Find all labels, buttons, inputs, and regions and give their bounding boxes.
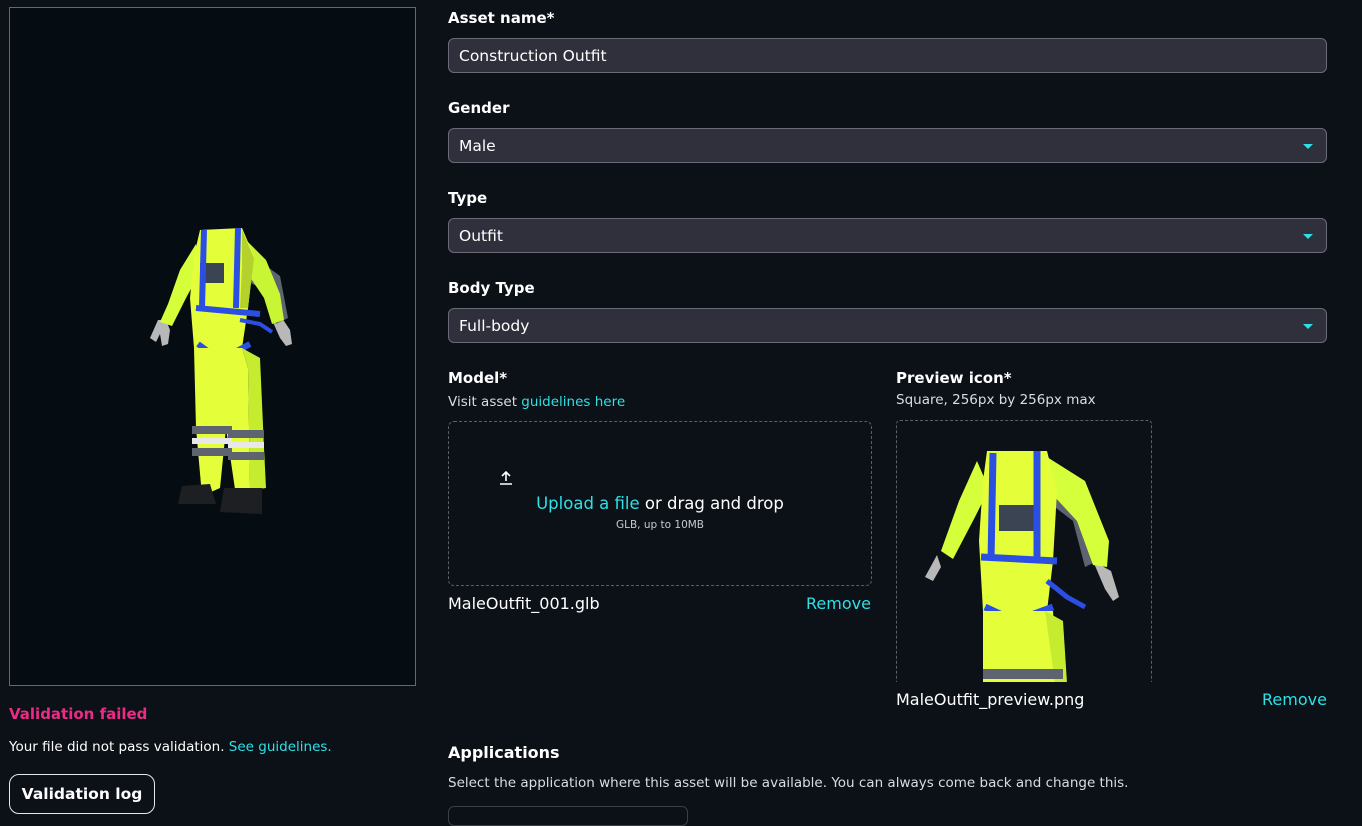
model-dropzone[interactable]: Upload a file or drag and drop GLB, up t…: [448, 421, 872, 586]
model-hint: Visit asset guidelines here: [448, 394, 625, 410]
preview-icon-label: Preview icon*: [896, 369, 1012, 387]
upload-prompt-text: or drag and drop: [644, 494, 784, 513]
validation-message: Your file did not pass validation. See g…: [9, 739, 332, 755]
body-type-label: Body Type: [448, 279, 535, 297]
model-viewer[interactable]: [9, 7, 416, 686]
outfit-model-render: [150, 227, 292, 514]
chevron-down-icon: [1303, 234, 1313, 239]
upload-icon: [500, 470, 512, 485]
gender-value: Male: [459, 136, 496, 155]
applications-select[interactable]: [448, 806, 688, 826]
model-remove-button[interactable]: Remove: [806, 594, 871, 613]
chevron-down-icon: [1303, 144, 1313, 149]
gender-label: Gender: [448, 99, 510, 117]
applications-description: Select the application where this asset …: [448, 775, 1129, 791]
type-label: Type: [448, 189, 488, 207]
see-guidelines-link[interactable]: See guidelines.: [229, 739, 332, 755]
body-type-select[interactable]: Full-body: [448, 308, 1327, 343]
model-label: Model*: [448, 369, 508, 387]
preview-file-name: MaleOutfit_preview.png: [896, 690, 1085, 709]
validation-log-button[interactable]: Validation log: [9, 774, 155, 814]
preview-icon-hint: Square, 256px by 256px max: [896, 392, 1096, 408]
preview-remove-button[interactable]: Remove: [1262, 690, 1327, 709]
validation-message-text: Your file did not pass validation.: [9, 739, 225, 755]
guidelines-link[interactable]: guidelines here: [521, 394, 625, 410]
asset-name-input[interactable]: [448, 38, 1327, 73]
type-select[interactable]: Outfit: [448, 218, 1327, 253]
applications-label: Applications: [448, 743, 560, 762]
asset-name-label: Asset name*: [448, 9, 555, 27]
upload-prompt: Upload a file or drag and drop: [449, 494, 871, 513]
upload-hint: GLB, up to 10MB: [615, 519, 705, 531]
upload-file-link[interactable]: Upload a file: [536, 494, 640, 513]
model-hint-text: Visit asset: [448, 394, 517, 410]
validation-status: Validation failed: [9, 705, 148, 723]
gender-select[interactable]: Male: [448, 128, 1327, 163]
preview-thumbnail: [925, 451, 1119, 682]
body-type-value: Full-body: [459, 316, 530, 335]
model-file-name: MaleOutfit_001.glb: [448, 594, 600, 613]
type-value: Outfit: [459, 226, 503, 245]
chevron-down-icon: [1303, 324, 1313, 329]
preview-icon-image[interactable]: [896, 420, 1152, 682]
